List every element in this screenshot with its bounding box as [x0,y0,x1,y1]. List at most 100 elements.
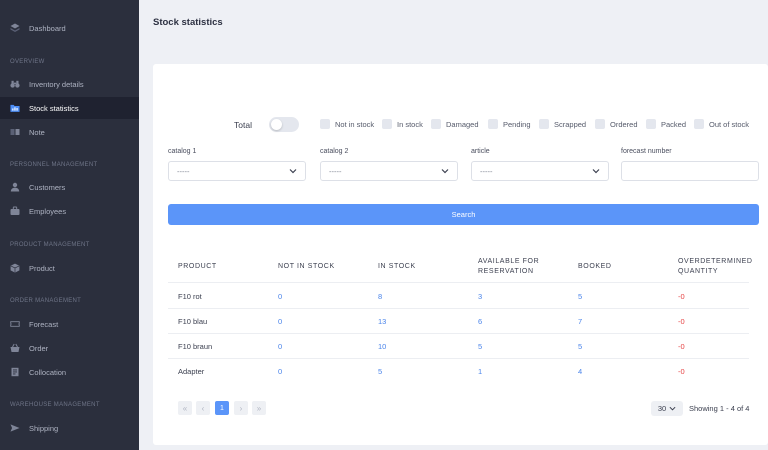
cell-in-stock[interactable]: 10 [378,342,386,351]
checkbox-label: Pending [503,119,531,129]
forecast-number-input[interactable] [621,161,759,181]
cell-available[interactable]: 6 [478,317,482,326]
forecast-number-label: forecast number [621,148,672,155]
sidebar-item-dashboard[interactable]: Dashboard [0,18,139,38]
first-page-button[interactable]: « [178,401,192,415]
note-icon [10,127,20,137]
sidebar-item-employees[interactable]: Employees [0,201,139,221]
sidebar-item-note[interactable]: Note [0,122,139,142]
sidebar-item-label: Forecast [29,319,59,329]
chevron-down-icon [669,406,676,411]
ticket-icon [10,319,20,329]
sidebar-item-collocation[interactable]: Collocation [0,362,139,382]
col-header-line: OVERDETERMINED [678,258,753,265]
cell-available[interactable]: 1 [478,367,482,376]
sidebar-item-inventory-details[interactable]: Inventory details [0,74,139,94]
cell-available[interactable]: 3 [478,292,482,301]
checkbox-box[interactable] [595,119,605,129]
sidebar-item-label: Employees [29,206,67,216]
checkbox-box[interactable] [539,119,549,129]
sidebar-item-customers[interactable]: Customers [0,177,139,197]
toggle-knob [271,119,282,130]
checkbox-ordered[interactable]: Ordered [595,119,638,129]
total-toggle[interactable] [269,117,299,132]
col-header-available-for-reservation: AVAILABLE FOR RESERVATION [478,257,539,277]
checkbox-scrapped[interactable]: Scrapped [539,119,586,129]
cell-not-in-stock[interactable]: 0 [278,367,282,376]
sidebar-item-stock-statistics[interactable]: Stock statistics [0,97,139,119]
search-button[interactable]: Search [168,204,759,225]
section-warehouse-management: WAREHOUSE MANAGEMENT [10,402,100,408]
folder-chart-icon [10,103,20,113]
sidebar-item-order[interactable]: Order [0,338,139,358]
cell-product: F10 rot [178,292,202,301]
cell-booked[interactable]: 4 [578,367,582,376]
chevron-down-icon [441,169,449,174]
cell-not-in-stock[interactable]: 0 [278,342,282,351]
checkbox-out-of-stock[interactable]: Out of stock [694,119,749,129]
col-header-line: AVAILABLE FOR [478,258,540,265]
cell-product: Adapter [178,367,205,376]
cell-not-in-stock[interactable]: 0 [278,292,282,301]
checkbox-box[interactable] [320,119,330,129]
briefcase-icon [10,206,20,216]
checkbox-label: Out of stock [709,119,750,129]
checkbox-box[interactable] [431,119,441,129]
checkbox-damaged[interactable]: Damaged [431,119,479,129]
checkbox-not-in-stock[interactable]: Not in stock [320,119,374,129]
total-label: Total [234,120,252,130]
cell-available[interactable]: 5 [478,342,482,351]
sidebar-item-forecast[interactable]: Forecast [0,314,139,334]
main-content: Stock statistics Total Not in stock In s… [139,0,768,450]
cell-in-stock[interactable]: 8 [378,292,382,301]
cell-not-in-stock[interactable]: 0 [278,317,282,326]
send-icon [10,423,20,433]
checkbox-label: Ordered [610,119,638,129]
user-icon [10,182,20,192]
checkbox-label: Packed [661,119,687,129]
page-title: Stock statistics [153,17,223,28]
sidebar-item-product[interactable]: Product [0,258,139,278]
col-header-product: PRODUCT [178,263,217,270]
checkbox-box[interactable] [694,119,704,129]
select-value: ----- [177,166,190,176]
cell-booked[interactable]: 5 [578,342,582,351]
checkbox-box[interactable] [382,119,392,129]
checkbox-pending[interactable]: Pending [488,119,531,129]
cell-product: F10 blau [178,317,208,326]
checkbox-box[interactable] [488,119,498,129]
sidebar-item-label: Inventory details [29,79,84,89]
next-page-button[interactable]: › [234,401,248,415]
last-page-button[interactable]: » [252,401,266,415]
cell-booked[interactable]: 5 [578,292,582,301]
cell-overdetermined: -0 [678,367,685,376]
sidebar-item-shipping[interactable]: Shipping [0,418,139,438]
dashboard-icon [10,23,20,33]
per-page-select[interactable]: 30 [651,401,683,416]
cell-in-stock[interactable]: 5 [378,367,382,376]
sidebar: Dashboard OVERVIEW Inventory details Sto… [0,0,139,450]
row-divider [168,333,749,334]
cell-booked[interactable]: 7 [578,317,582,326]
sidebar-item-label: Collocation [29,367,67,377]
receipt-icon [10,367,20,377]
row-divider [168,308,749,309]
catalog2-label: catalog 2 [320,148,349,155]
sidebar-item-label: Shipping [29,423,59,433]
col-header-booked: BOOKED [578,263,612,270]
cell-product: F10 braun [178,342,213,351]
article-label: article [471,148,490,155]
cell-in-stock[interactable]: 13 [378,317,386,326]
catalog2-select[interactable]: ----- [320,161,458,181]
page-1-button[interactable]: 1 [215,401,229,415]
checkbox-label: In stock [397,119,423,129]
catalog1-select[interactable]: ----- [168,161,306,181]
checkbox-box[interactable] [646,119,656,129]
article-select[interactable]: ----- [471,161,609,181]
stock-statistics-card: Total Not in stock In stock Damaged Pend… [153,64,768,445]
cell-overdetermined: -0 [678,317,685,326]
checkbox-packed[interactable]: Packed [646,119,686,129]
checkbox-in-stock[interactable]: In stock [382,119,423,129]
prev-page-button[interactable]: ‹ [196,401,210,415]
section-personnel-management: PERSONNEL MANAGEMENT [10,162,98,168]
